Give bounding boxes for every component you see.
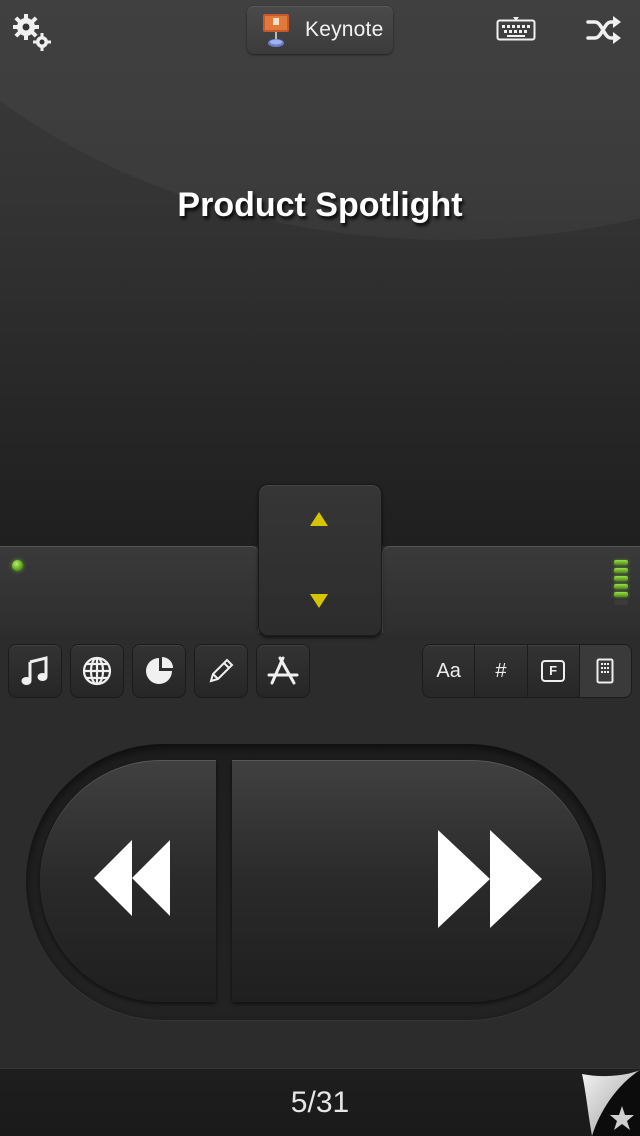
level-bar <box>614 576 628 581</box>
app-store-icon <box>267 656 299 685</box>
display-mode-segmented-control: Aa # F <box>422 644 632 698</box>
f-mode-label: F <box>541 660 566 682</box>
fast-forward-icon <box>438 830 542 928</box>
slide-title: Product Spotlight <box>177 186 463 224</box>
pie-chart-icon <box>146 657 173 684</box>
globe-icon <box>82 656 112 686</box>
app-name-label: Keynote <box>305 18 384 41</box>
signal-level-meter <box>614 560 630 608</box>
keyboard-button[interactable] <box>494 12 538 48</box>
shuffle-icon <box>586 16 621 44</box>
music-icon <box>21 656 48 685</box>
slide-preview-area[interactable] <box>0 0 640 560</box>
next-slide-button[interactable] <box>232 760 592 1002</box>
slide-counter: 5/31 <box>290 1086 350 1119</box>
app-store-button[interactable] <box>256 644 310 698</box>
level-bar <box>614 592 628 597</box>
keyboard-icon <box>496 17 536 41</box>
arrow-down-icon[interactable] <box>309 593 329 609</box>
notes-button[interactable] <box>579 645 631 697</box>
right-shelf <box>382 546 640 633</box>
level-bar <box>614 568 628 573</box>
remote-screen: Keynote Product Spotlight Aa # F 5/31 <box>0 0 640 1136</box>
pencil-icon <box>209 658 234 683</box>
chart-button[interactable] <box>132 644 186 698</box>
font-mode-button[interactable]: Aa <box>423 645 476 697</box>
level-bar <box>614 600 628 605</box>
app-selector[interactable]: Keynote <box>247 6 393 54</box>
arrow-up-icon[interactable] <box>309 511 329 527</box>
scroll-up-down-pad[interactable] <box>258 484 382 636</box>
shuffle-button[interactable] <box>584 12 624 48</box>
gears-icon <box>13 14 51 51</box>
left-shelf <box>0 546 259 633</box>
keynote-app-icon <box>263 14 289 47</box>
connection-status-led <box>12 560 23 571</box>
f-mode-button[interactable]: F <box>528 645 580 697</box>
page-curl-star-icon[interactable] <box>578 1070 640 1136</box>
level-bar <box>614 584 628 589</box>
web-button[interactable] <box>70 644 124 698</box>
level-bar <box>614 560 628 565</box>
settings-button[interactable] <box>8 10 56 54</box>
rewind-icon <box>94 840 170 916</box>
draw-button[interactable] <box>194 644 248 698</box>
notes-icon <box>596 658 614 684</box>
slide-number-button[interactable]: # <box>475 645 528 697</box>
music-button[interactable] <box>8 644 62 698</box>
